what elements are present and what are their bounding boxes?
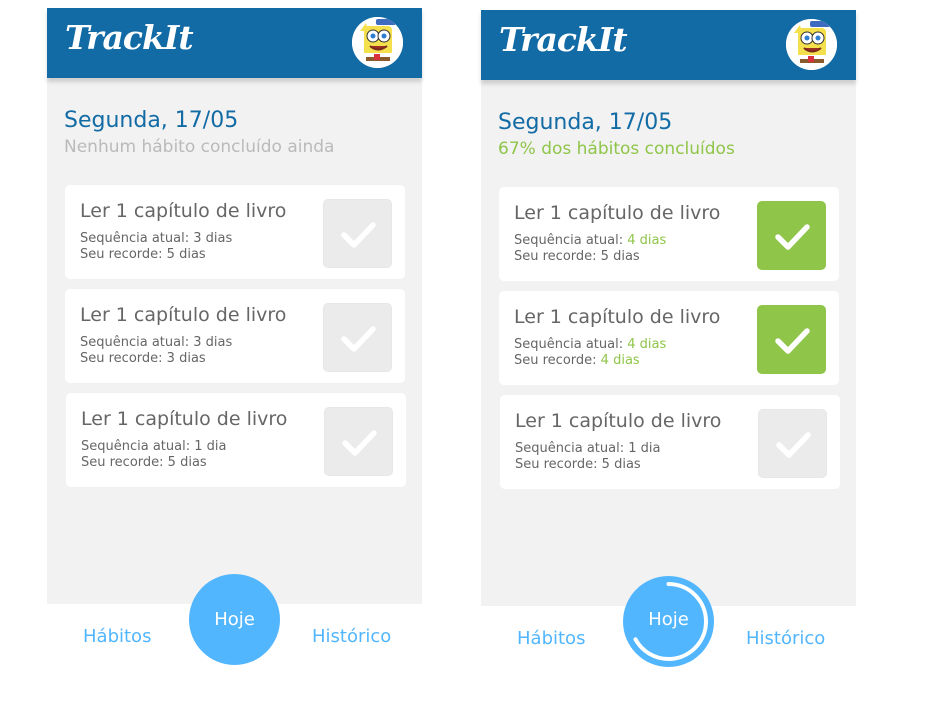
habit-card: Ler 1 capítulo de livro Sequência atual:… <box>66 393 406 487</box>
habit-check-button[interactable] <box>757 305 826 374</box>
check-icon <box>342 430 377 456</box>
record-value: 5 dias <box>601 457 641 472</box>
record-streak: Seu recorde: 5 dias <box>80 247 206 262</box>
streak-value: 1 dia <box>194 439 227 454</box>
habit-title: Ler 1 capítulo de livro <box>81 408 288 430</box>
app-logo: TrackIt <box>499 20 628 59</box>
check-icon <box>775 224 810 250</box>
record-value: 5 dias <box>166 247 206 262</box>
record-streak: Seu recorde: 4 dias <box>514 353 640 368</box>
nav-habits-link[interactable]: Hábitos <box>517 628 585 649</box>
habit-card: Ler 1 capítulo de livro Sequência atual:… <box>499 291 839 385</box>
record-value: 3 dias <box>166 351 206 366</box>
nav-today-button[interactable]: Hoje <box>623 576 714 667</box>
record-value: 5 dias <box>167 455 207 470</box>
habit-title: Ler 1 capítulo de livro <box>514 306 721 328</box>
record-streak: Seu recorde: 5 dias <box>81 455 207 470</box>
record-streak: Seu recorde: 5 dias <box>515 457 641 472</box>
habit-check-button[interactable] <box>323 303 392 372</box>
record-value: 4 dias <box>600 353 640 368</box>
habit-check-button[interactable] <box>757 201 826 270</box>
record-streak: Seu recorde: 5 dias <box>514 249 640 264</box>
current-streak: Sequência atual: 4 dias <box>514 233 667 248</box>
user-avatar[interactable] <box>786 19 837 70</box>
habit-card: Ler 1 capítulo de livro Sequência atual:… <box>65 185 405 279</box>
user-avatar[interactable] <box>352 17 403 68</box>
nav-today-button[interactable]: Hoje <box>189 574 280 665</box>
check-icon <box>341 326 376 352</box>
nav-history-link[interactable]: Histórico <box>746 628 825 649</box>
top-bar: TrackIt <box>47 8 422 78</box>
habit-title: Ler 1 capítulo de livro <box>515 410 722 432</box>
habit-title: Ler 1 capítulo de livro <box>80 200 287 222</box>
progress-summary: 67% dos hábitos concluídos <box>498 139 735 159</box>
top-bar: TrackIt <box>481 10 856 80</box>
page-title: Segunda, 17/05 <box>64 108 239 133</box>
habit-check-button[interactable] <box>323 199 392 268</box>
progress-summary: Nenhum hábito concluído ainda <box>64 137 335 157</box>
bottom-nav: Hábitos Hoje Histórico <box>481 576 856 676</box>
today-label: Hoje <box>648 609 689 630</box>
app-logo: TrackIt <box>65 18 194 57</box>
habit-card: Ler 1 capítulo de livro Sequência atual:… <box>65 289 405 383</box>
screen-no-progress: TrackIt Segunda, 17/05 Nenhum hábito con… <box>47 8 422 674</box>
streak-value: 4 dias <box>627 337 667 352</box>
habit-title: Ler 1 capítulo de livro <box>80 304 287 326</box>
streak-value: 3 dias <box>193 335 233 350</box>
current-streak: Sequência atual: 4 dias <box>514 337 667 352</box>
nav-habits-link[interactable]: Hábitos <box>83 626 151 647</box>
habit-card: Ler 1 capítulo de livro Sequência atual:… <box>499 187 839 281</box>
check-icon <box>341 222 376 248</box>
current-streak: Sequência atual: 1 dia <box>515 441 661 456</box>
current-streak: Sequência atual: 3 dias <box>80 335 233 350</box>
current-streak: Sequência atual: 3 dias <box>80 231 233 246</box>
habit-check-button[interactable] <box>758 409 827 478</box>
nav-history-link[interactable]: Histórico <box>312 626 391 647</box>
streak-value: 4 dias <box>627 233 667 248</box>
record-value: 5 dias <box>600 249 640 264</box>
page-title: Segunda, 17/05 <box>498 110 673 135</box>
current-streak: Sequência atual: 1 dia <box>81 439 227 454</box>
today-label: Hoje <box>214 609 255 630</box>
habit-card: Ler 1 capítulo de livro Sequência atual:… <box>500 395 840 489</box>
check-icon <box>775 328 810 354</box>
streak-value: 1 dia <box>628 441 661 456</box>
streak-value: 3 dias <box>193 231 233 246</box>
bottom-nav: Hábitos Hoje Histórico <box>47 574 422 674</box>
habit-title: Ler 1 capítulo de livro <box>514 202 721 224</box>
habit-check-button[interactable] <box>324 407 393 476</box>
check-icon <box>776 432 811 458</box>
record-streak: Seu recorde: 3 dias <box>80 351 206 366</box>
screen-partial-progress: TrackIt Segunda, 17/05 67% dos hábitos c… <box>481 10 856 676</box>
